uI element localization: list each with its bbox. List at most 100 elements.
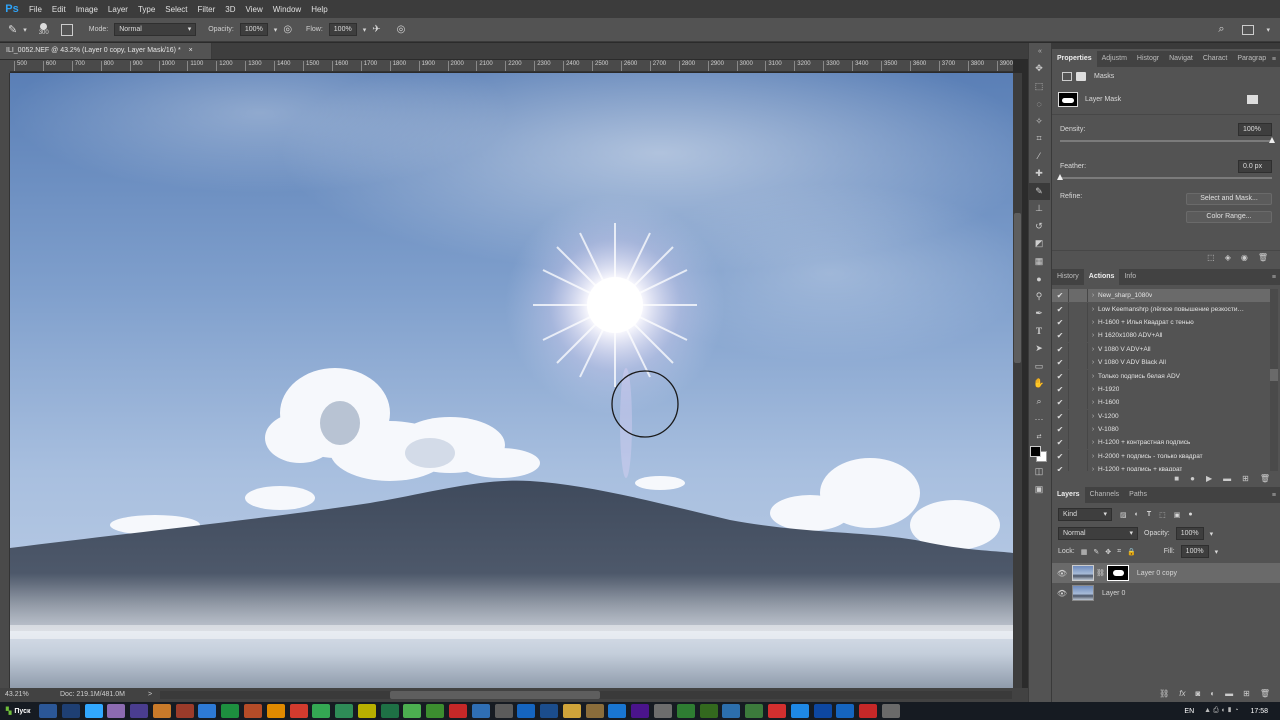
layer-style-icon[interactable]: fx [1179,689,1185,698]
vector-mask-icon[interactable] [1076,71,1086,81]
tab-history[interactable]: History [1052,269,1084,285]
add-mask-icon[interactable]: ◙ [1195,689,1200,698]
quick-mask-icon[interactable]: ◫ [1028,463,1050,481]
taskbar-app-icon[interactable] [175,704,194,718]
panel-menu-icon[interactable]: ≡ [1272,56,1280,63]
apply-mask-icon[interactable] [1247,95,1258,104]
zoom-tool-icon[interactable]: ⌕ [1028,393,1050,411]
select-and-mask-button[interactable]: Select and Mask... [1186,193,1272,205]
density-slider-thumb[interactable] [1269,137,1275,143]
lock-position-icon[interactable]: ✥ [1105,548,1111,556]
menu-edit[interactable]: Edit [47,5,71,14]
tab-actions[interactable]: Actions [1083,269,1120,285]
airbrush-icon[interactable]: ✈ [372,24,380,35]
taskbar-app-icon[interactable] [699,704,718,718]
action-item[interactable]: ✔ › V-1080 [1052,423,1270,437]
action-toggle-check-icon[interactable]: ✔ [1052,398,1068,407]
action-item[interactable]: ✔ › V-1200 [1052,409,1270,423]
blend-mode-select[interactable]: Normal ▾ [1058,527,1138,540]
filter-type-icon[interactable]: T [1147,511,1151,518]
folder-icon[interactable]: ▬ [1223,474,1231,483]
action-toggle-check-icon[interactable]: ✔ [1052,425,1068,434]
lock-pixels-icon[interactable]: ✎ [1093,548,1099,556]
hand-tool-icon[interactable]: ✋ [1028,375,1050,393]
action-item[interactable]: ✔ › H-1600 + Илья Квадрат с тенью [1052,315,1270,329]
clock[interactable]: 17:58 [1250,708,1268,715]
action-item[interactable]: ✔ › Low Keemanshrp (лёгкое повышение резко… [1052,302,1270,316]
panel-menu-icon[interactable]: ≡ [1272,492,1280,499]
horizontal-scrollbar[interactable] [160,691,1012,699]
brush-tool-icon[interactable]: ✎ [1028,182,1050,200]
layer-row[interactable]: 👁 Layer 0 [1052,583,1280,603]
tab-paths[interactable]: Paths [1124,487,1152,503]
action-item[interactable]: ✔ › V 1080 V ADV+All [1052,342,1270,356]
adjustment-layer-icon[interactable]: ◐ [1210,689,1215,698]
scrollbar-thumb[interactable] [1270,369,1278,381]
color-range-button[interactable]: Color Range... [1186,211,1272,223]
filter-smart-object-icon[interactable]: ▣ [1174,511,1181,519]
dialog-toggle-box[interactable] [1068,436,1088,450]
taskbar-app-icon[interactable] [654,704,673,718]
chevron-down-icon[interactable]: ▾ [274,26,278,34]
group-folder-icon[interactable]: ▬ [1225,689,1233,698]
tab-histogram[interactable]: Histogr [1132,51,1164,67]
healing-brush-tool-icon[interactable]: ✚ [1028,165,1050,183]
menu-select[interactable]: Select [160,5,192,14]
expand-arrow-icon[interactable]: › [1088,359,1098,366]
apply-mask-icon[interactable]: ◈ [1225,253,1231,262]
filter-kind-select[interactable]: Kind ▾ [1058,508,1112,521]
filter-pixel-icon[interactable]: ▨ [1120,511,1127,519]
menu-type[interactable]: Type [133,5,160,14]
taskbar-app-icon[interactable] [608,704,627,718]
action-item[interactable]: ✔ › V 1080 V ADV Black All [1052,356,1270,370]
fill-field[interactable]: 100% [1180,545,1209,558]
action-item[interactable]: ✔ › H-1200 + контрастная подпись [1052,436,1270,450]
vertical-scrollbar[interactable] [1013,73,1022,688]
taskbar-app-icon[interactable] [198,704,217,718]
tab-adjustments[interactable]: Adjustm [1097,51,1132,67]
dialog-toggle-box[interactable] [1068,369,1088,383]
feather-field[interactable]: 0.0 px [1238,160,1272,173]
pen-tool-icon[interactable]: ✒ [1028,305,1050,323]
taskbar-app-icon[interactable] [676,704,695,718]
expand-arrow-icon[interactable]: › [1088,386,1098,393]
clone-stamp-tool-icon[interactable]: ⊥ [1028,200,1050,218]
tab-character[interactable]: Charact [1198,51,1233,67]
taskbar-app-icon[interactable] [357,704,376,718]
expand-arrow-icon[interactable]: › [1088,319,1098,326]
action-item[interactable]: ✔ › New_sharp_1080v [1052,289,1270,303]
status-menu-arrow[interactable]: > [148,691,152,698]
action-item[interactable]: ✔ › Только подпись белая ADV [1052,369,1270,383]
expand-arrow-icon[interactable]: › [1088,346,1098,353]
dodge-tool-icon[interactable]: ⚲ [1028,288,1050,306]
record-icon[interactable]: ● [1190,474,1195,483]
dialog-toggle-box[interactable] [1068,463,1088,471]
tab-navigator[interactable]: Navigat [1164,51,1198,67]
filter-adjustment-icon[interactable]: ◐ [1135,511,1139,518]
scrollbar-thumb[interactable] [390,691,600,699]
menu-help[interactable]: Help [306,5,332,14]
dialog-toggle-box[interactable] [1068,302,1088,316]
new-layer-icon[interactable]: ⊞ [1243,689,1250,698]
tab-info[interactable]: Info [1119,269,1141,285]
taskbar-app-icon[interactable] [130,704,149,718]
tab-channels[interactable]: Channels [1085,487,1125,503]
link-layers-icon[interactable]: ⛓ [1159,689,1169,698]
layer-opacity-field[interactable]: 100% [1175,527,1204,540]
expand-arrow-icon[interactable]: › [1088,453,1098,460]
action-item[interactable]: ✔ › H 1620x1080 ADV+All [1052,329,1270,343]
tray-icons[interactable]: ▲⎙◖▮◔ [1204,707,1240,715]
taskbar-app-icon[interactable] [266,704,285,718]
chevron-down-icon[interactable]: ▾ [1210,530,1214,538]
menu-3d[interactable]: 3D [220,5,240,14]
action-toggle-check-icon[interactable]: ✔ [1052,358,1068,367]
action-toggle-check-icon[interactable]: ✔ [1052,438,1068,447]
taskbar-app-icon[interactable] [540,704,559,718]
tab-paragraph[interactable]: Paragrap [1232,51,1271,67]
gradient-tool-icon[interactable]: ▦ [1028,253,1050,271]
taskbar-app-icon[interactable] [449,704,467,718]
dialog-toggle-box[interactable] [1068,356,1088,370]
taskbar-app-icon[interactable] [289,704,308,718]
filter-shape-icon[interactable]: ⬚ [1159,511,1166,519]
taskbar-app-icon[interactable] [881,704,900,718]
